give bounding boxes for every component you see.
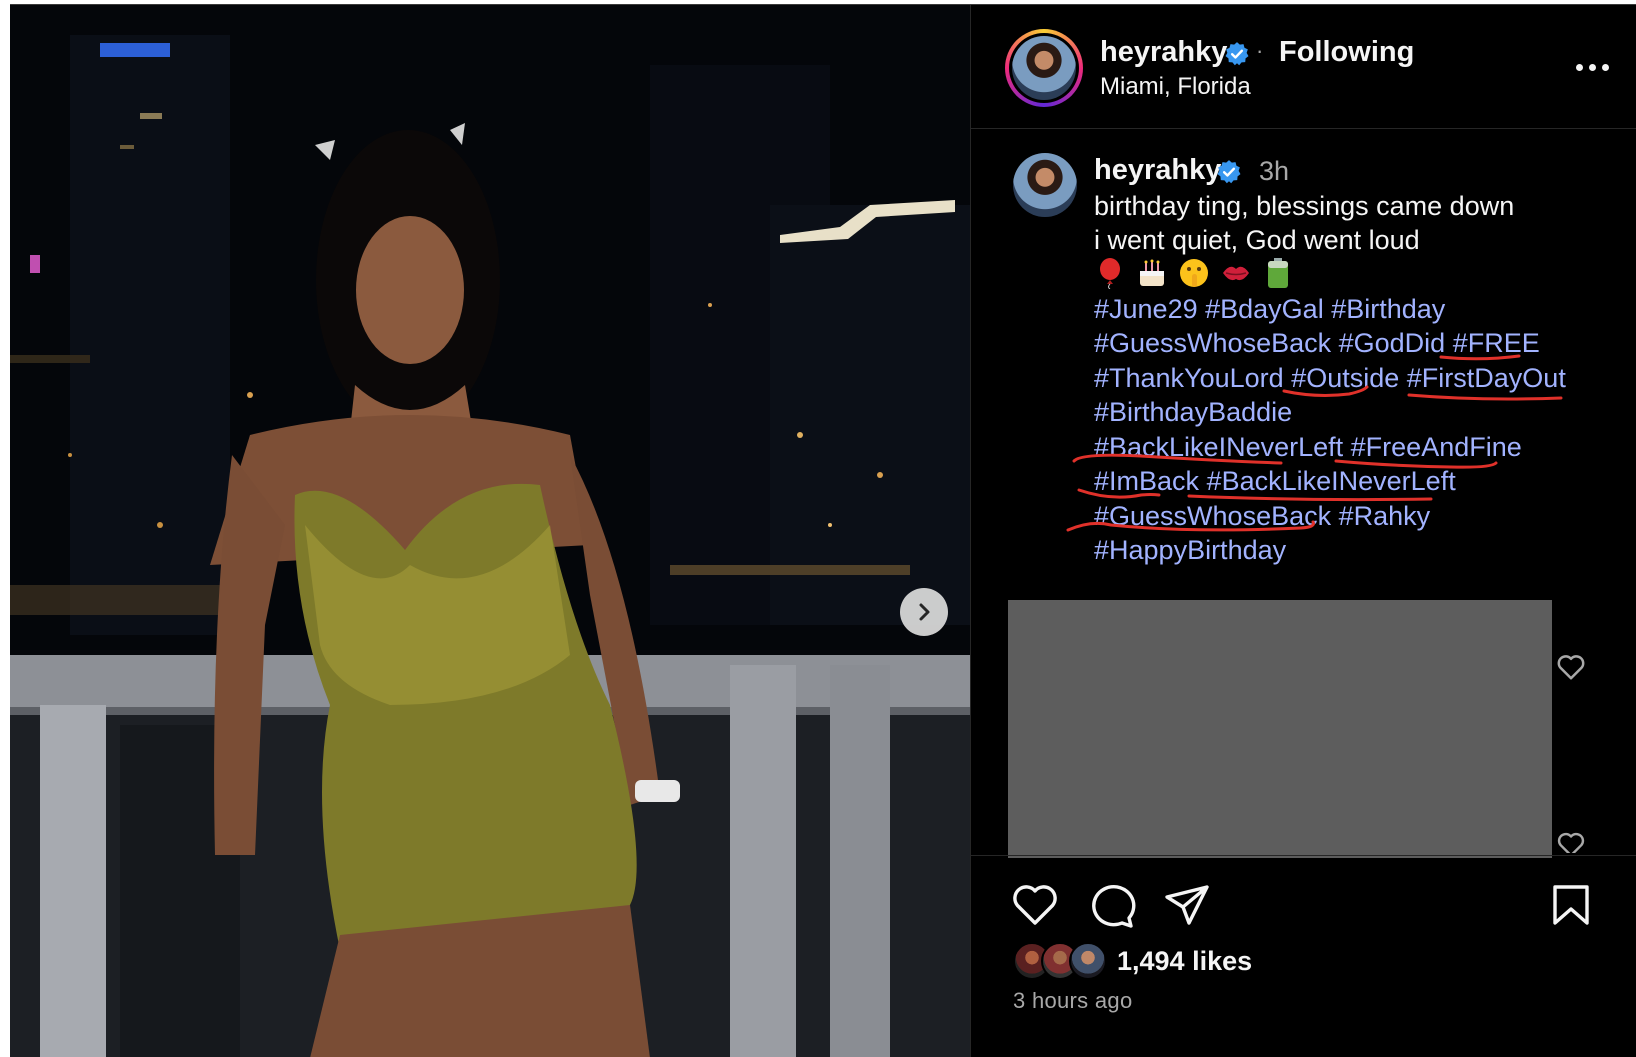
hashtag-line: #GuessWhoseBack #Rahky	[1094, 501, 1430, 532]
post-time-ago[interactable]: 3 hours ago	[1013, 988, 1133, 1014]
caption-text-line: i went quiet, God went loud	[1094, 225, 1420, 255]
caption-text-line: birthday ting, blessings came down	[1094, 191, 1515, 221]
share-icon[interactable]	[1163, 883, 1211, 927]
hashtag-link[interactable]: #Birthday	[1331, 294, 1445, 324]
hashtag-line: #BackLikeINeverLeft #FreeAndFine	[1094, 432, 1522, 463]
instagram-post-modal: heyrahky · Following Miami, Florida heyr…	[10, 4, 1636, 1057]
actions-divider	[971, 855, 1636, 856]
hashtag-link[interactable]: #June29	[1094, 294, 1198, 324]
hashtag-line: #HappyBirthday	[1094, 535, 1286, 566]
post-details-pane: heyrahky · Following Miami, Florida heyr…	[971, 5, 1636, 1057]
hashtag-link[interactable]: #Outside	[1291, 363, 1399, 393]
verified-badge-icon	[1225, 42, 1249, 66]
comment-like-icon[interactable]	[1556, 653, 1586, 681]
caption-username[interactable]: heyrahky	[1094, 154, 1221, 187]
post-location[interactable]: Miami, Florida	[1100, 73, 1251, 101]
save-icon[interactable]	[1551, 883, 1591, 927]
kiss-mark-emoji	[1220, 257, 1252, 289]
like-heart-icon[interactable]	[1011, 883, 1059, 927]
comment-icon[interactable]	[1088, 883, 1136, 929]
hashtag-link[interactable]: #GuessWhoseBack	[1094, 501, 1331, 531]
hashtag-link[interactable]: #HappyBirthday	[1094, 535, 1286, 565]
hashtag-link[interactable]: #BirthdayBaddie	[1094, 397, 1292, 427]
following-button[interactable]: Following	[1279, 36, 1414, 69]
caption-emojis	[1094, 257, 1294, 289]
hashtag-link[interactable]: #BackLikeINeverLeft	[1094, 432, 1343, 462]
hashtag-link[interactable]: #FirstDayOut	[1407, 363, 1566, 393]
battery-emoji	[1262, 257, 1294, 289]
hashtag-link[interactable]: #ThankYouLord	[1094, 363, 1284, 393]
hashtag-link[interactable]: #FreeAndFine	[1351, 432, 1522, 462]
hashtag-link[interactable]: #GuessWhoseBack	[1094, 328, 1331, 358]
hashtag-link[interactable]: #BdayGal	[1205, 294, 1324, 324]
avatar[interactable]	[1005, 29, 1083, 107]
author-username[interactable]: heyrahky	[1100, 36, 1227, 69]
birthday-cake-emoji	[1136, 257, 1168, 289]
comment-like-icon[interactable]	[1556, 831, 1586, 853]
post-header: heyrahky · Following Miami, Florida	[971, 5, 1636, 129]
hashtag-link[interactable]: #GodDid	[1339, 328, 1446, 358]
hashtag-link[interactable]: #FREE	[1453, 328, 1540, 358]
shushing-face-emoji	[1178, 257, 1210, 289]
hashtag-link[interactable]: #BackLikeINeverLeft	[1207, 466, 1456, 496]
liked-by-avatars[interactable]	[1013, 942, 1113, 982]
next-arrow-icon	[919, 603, 930, 621]
likes-count[interactable]: 1,494 likes	[1117, 946, 1252, 977]
balloon-emoji	[1094, 257, 1126, 289]
hashtag-line: #GuessWhoseBack #GodDid #FREE	[1094, 328, 1540, 359]
redacted-comments-area	[1008, 600, 1552, 858]
hashtag-line: #June29 #BdayGal #Birthday	[1094, 294, 1445, 325]
more-options-icon[interactable]	[1576, 55, 1620, 79]
next-photo-button[interactable]	[900, 588, 948, 636]
caption-avatar[interactable]	[1013, 153, 1077, 217]
verified-badge-icon	[1217, 160, 1241, 184]
hashtag-link[interactable]: #Rahky	[1339, 501, 1431, 531]
hashtag-link[interactable]: #ImBack	[1094, 466, 1199, 496]
caption-timestamp[interactable]: 3h	[1259, 156, 1289, 187]
avatar[interactable]	[1069, 942, 1107, 980]
hashtag-line: #BirthdayBaddie	[1094, 397, 1292, 428]
hashtag-line: #ImBack #BackLikeINeverLeft	[1094, 466, 1456, 497]
city-skyline-background	[10, 5, 970, 1057]
separator-dot: ·	[1256, 38, 1264, 63]
post-photo[interactable]	[10, 5, 970, 1057]
hashtag-line: #ThankYouLord #Outside #FirstDayOut	[1094, 363, 1566, 394]
